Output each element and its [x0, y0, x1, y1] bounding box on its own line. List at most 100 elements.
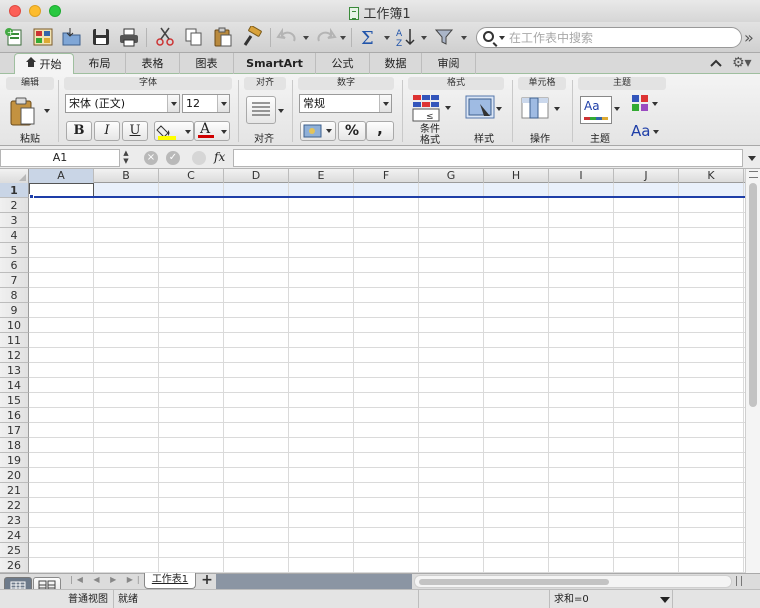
row-header-13[interactable]: 13 [0, 363, 29, 378]
row-header-11[interactable]: 11 [0, 333, 29, 348]
accounting-format-button[interactable] [300, 121, 336, 141]
fill-handle[interactable] [29, 194, 34, 199]
column-header-h[interactable]: H [484, 169, 549, 183]
font-color-dropdown-caret[interactable] [221, 130, 227, 134]
select-all-corner[interactable] [0, 169, 29, 183]
row-header-18[interactable]: 18 [0, 438, 29, 453]
row-header-20[interactable]: 20 [0, 468, 29, 483]
active-cell-a1[interactable] [29, 183, 94, 197]
column-header-f[interactable]: F [354, 169, 419, 183]
row-header-2[interactable]: 2 [0, 198, 29, 213]
alignment-dropdown-caret[interactable] [278, 109, 284, 113]
filter-button[interactable] [433, 26, 457, 48]
templates-button[interactable] [31, 26, 55, 48]
search-input[interactable] [509, 30, 729, 45]
tab-data[interactable]: 数据 [370, 53, 422, 74]
row-header-10[interactable]: 10 [0, 318, 29, 333]
cell-actions-button[interactable] [520, 94, 552, 124]
horizontal-split-handle[interactable] [736, 576, 742, 586]
toolbar-overflow-icon[interactable]: » [744, 28, 754, 47]
formula-confirm-button[interactable]: ✓ [166, 151, 180, 165]
formula-expand-caret[interactable] [748, 156, 756, 161]
row-header-1[interactable]: 1 [0, 183, 29, 198]
row-header-3[interactable]: 3 [0, 213, 29, 228]
horizontal-scroll-thumb[interactable] [419, 579, 609, 585]
save-button[interactable] [89, 26, 113, 48]
tab-home[interactable]: 开始 [14, 53, 74, 75]
tab-review[interactable]: 审阅 [422, 53, 476, 74]
row-header-19[interactable]: 19 [0, 453, 29, 468]
font-name-select[interactable]: 宋体 (正文) [65, 94, 180, 113]
filter-dropdown-caret[interactable] [461, 36, 467, 40]
column-header-j[interactable]: J [614, 169, 679, 183]
ribbon-options-gear-icon[interactable]: ⚙▾ [732, 55, 752, 71]
formula-cancel-button[interactable]: × [144, 151, 158, 165]
row-header-21[interactable]: 21 [0, 483, 29, 498]
row-header-22[interactable]: 22 [0, 498, 29, 513]
print-button[interactable] [117, 26, 141, 48]
copy-button[interactable] [182, 26, 206, 48]
row-header-4[interactable]: 4 [0, 228, 29, 243]
row-header-25[interactable]: 25 [0, 543, 29, 558]
cell-actions-caret[interactable] [554, 107, 560, 111]
insert-function-label[interactable]: fx [214, 150, 225, 164]
redo-dropdown-caret[interactable] [340, 36, 346, 40]
row-header-24[interactable]: 24 [0, 528, 29, 543]
column-header-d[interactable]: D [224, 169, 289, 183]
sheet-tab-1[interactable]: 工作表1 [144, 573, 196, 589]
conditional-formatting-button[interactable]: ≤ [412, 93, 444, 123]
column-header-i[interactable]: I [549, 169, 614, 183]
theme-fonts-button[interactable]: Aa [631, 122, 661, 142]
conditional-formatting-caret[interactable] [445, 106, 451, 110]
percent-style-button[interactable]: % [338, 121, 366, 141]
redo-button[interactable] [313, 26, 337, 48]
status-sum-caret[interactable] [660, 597, 670, 603]
column-header-g[interactable]: G [419, 169, 484, 183]
highlight-color-button[interactable] [154, 121, 194, 141]
underline-button[interactable]: U [122, 121, 148, 141]
tab-smartart[interactable]: SmartArt [234, 53, 316, 74]
row-header-6[interactable]: 6 [0, 258, 29, 273]
ribbon-collapse-button[interactable] [708, 56, 724, 70]
name-box[interactable]: A1 [0, 149, 120, 167]
cell-styles-caret[interactable] [496, 107, 502, 111]
italic-button[interactable]: I [94, 121, 120, 141]
cell-area[interactable] [29, 183, 745, 573]
vertical-scroll-thumb[interactable] [749, 183, 757, 407]
row-header-26[interactable]: 26 [0, 558, 29, 573]
font-size-select[interactable]: 12 [182, 94, 230, 113]
formula-input[interactable] [233, 149, 743, 167]
alignment-button[interactable] [246, 96, 276, 124]
column-header-e[interactable]: E [289, 169, 354, 183]
column-header-c[interactable]: C [159, 169, 224, 183]
column-header-k[interactable]: K [679, 169, 744, 183]
row-header-12[interactable]: 12 [0, 348, 29, 363]
sheet-search-box[interactable] [476, 27, 742, 48]
paste-button[interactable] [211, 26, 235, 48]
search-options-caret[interactable] [499, 36, 505, 40]
autosum-dropdown-caret[interactable] [384, 36, 390, 40]
sheet-navigation-arrows[interactable]: |◀ ◀ ▶ ▶| [70, 575, 144, 584]
row-header-17[interactable]: 17 [0, 423, 29, 438]
column-header-b[interactable]: B [94, 169, 159, 183]
horizontal-scrollbar[interactable] [414, 575, 732, 588]
highlight-dropdown-caret[interactable] [185, 130, 191, 134]
paste-large-button[interactable] [10, 96, 36, 126]
format-painter-button[interactable] [240, 26, 264, 48]
cut-button[interactable] [153, 26, 177, 48]
tab-charts[interactable]: 图表 [180, 53, 234, 74]
undo-dropdown-caret[interactable] [303, 36, 309, 40]
font-color-button[interactable]: A [194, 121, 230, 141]
row-header-7[interactable]: 7 [0, 273, 29, 288]
autosum-button[interactable]: Σ [357, 26, 381, 48]
paste-dropdown-caret[interactable] [44, 109, 50, 113]
sort-dropdown-caret[interactable] [421, 36, 427, 40]
theme-colors-button[interactable] [631, 94, 659, 114]
tab-layout[interactable]: 布局 [74, 53, 126, 74]
name-box-stepper[interactable]: ▲ ▼ [121, 149, 131, 167]
column-header-a[interactable]: A [29, 169, 94, 183]
open-button[interactable] [60, 26, 84, 48]
themes-button[interactable]: Aa [580, 96, 612, 124]
add-sheet-button[interactable]: + [198, 573, 216, 588]
number-format-select[interactable]: 常规 [299, 94, 392, 113]
